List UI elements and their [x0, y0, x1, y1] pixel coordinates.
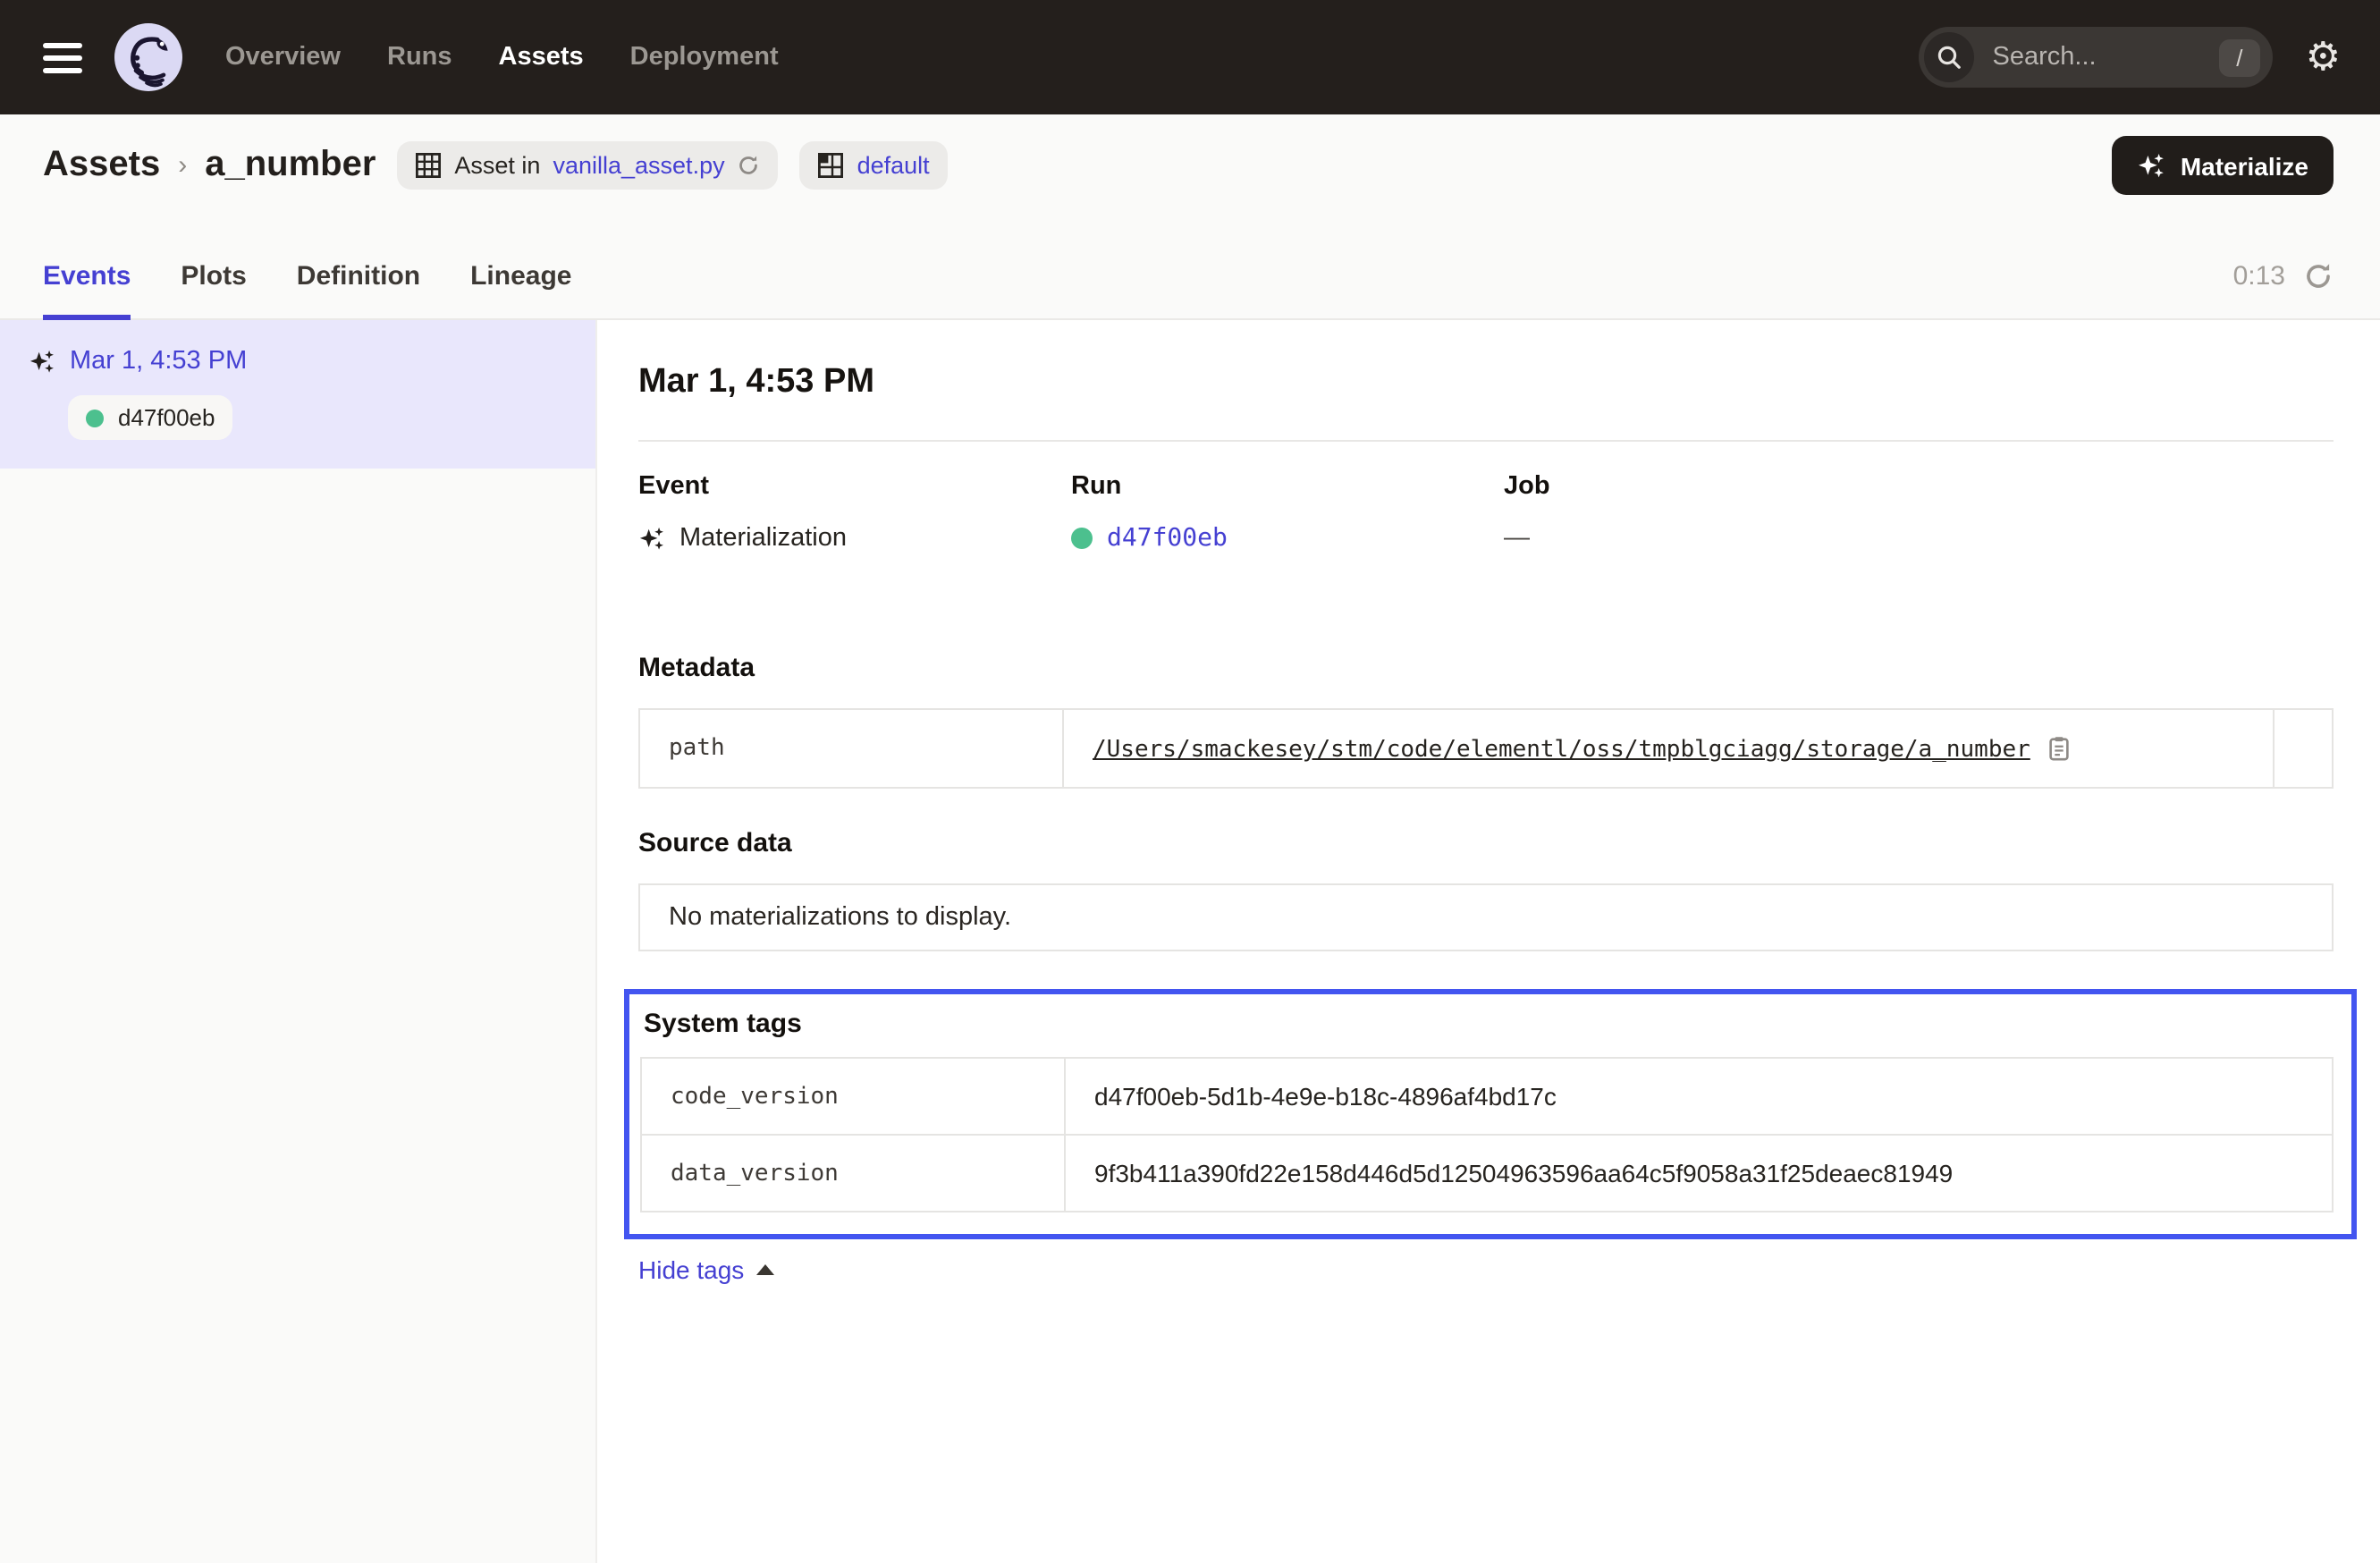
run-status-icon — [86, 409, 104, 427]
refresh-icon[interactable] — [2303, 261, 2334, 291]
source-data-empty-state: No materializations to display. — [638, 883, 2334, 951]
nav-item-runs[interactable]: Runs — [387, 43, 452, 72]
nav-item-overview[interactable]: Overview — [225, 43, 341, 72]
code-location-link[interactable]: default — [857, 152, 930, 179]
materialization-icon — [638, 525, 665, 552]
job-value: — — [1504, 524, 1530, 553]
asset-badge-prefix: Asset in — [454, 152, 540, 179]
table-icon — [415, 152, 442, 179]
system-tags-highlight-box: System tags code_version d47f00eb-5d1b-4… — [624, 989, 2357, 1239]
nav-item-assets[interactable]: Assets — [499, 43, 584, 72]
code-location-badge[interactable]: default — [800, 141, 948, 190]
metadata-table: path /Users/smackesey/stm/code/elementl/… — [638, 708, 2334, 789]
run-status-icon — [1071, 528, 1093, 549]
asset-header: Assets › a_number Asset in vanilla_asset… — [0, 114, 2380, 320]
tab-lineage[interactable]: Lineage — [470, 261, 571, 320]
event-label: Event — [638, 472, 1071, 501]
materialization-event-icon — [29, 348, 55, 375]
metadata-row-gutter — [2274, 709, 2333, 788]
tag-value: 9f3b411a390fd22e158d446d5d12504963596aa6… — [1065, 1135, 2333, 1212]
table-row: data_version 9f3b411a390fd22e158d446d5d1… — [641, 1135, 2333, 1212]
asset-file-link[interactable]: vanilla_asset.py — [553, 152, 724, 179]
asset-tabs: Events Plots Definition Lineage — [43, 216, 2334, 320]
event-list-item[interactable]: Mar 1, 4:53 PM d47f00eb — [0, 320, 595, 469]
metadata-key: path — [639, 709, 1063, 788]
hide-tags-label: Hide tags — [638, 1255, 744, 1284]
system-tags-heading: System tags — [644, 1009, 2334, 1039]
search-shortcut-badge: / — [2218, 38, 2260, 76]
gear-icon[interactable]: ⚙︎ — [2306, 38, 2341, 77]
sparkles-icon — [2138, 151, 2166, 180]
search-input[interactable] — [1989, 41, 2205, 73]
breadcrumb-asset-name: a_number — [205, 145, 376, 186]
event-timestamp-link[interactable]: Mar 1, 4:53 PM — [70, 347, 247, 376]
tag-value: d47f00eb-5d1b-4e9e-b18c-4896af4bd17c — [1065, 1058, 2333, 1135]
event-title: Mar 1, 4:53 PM — [638, 363, 2334, 402]
source-data-section: Source data No materializations to displ… — [638, 828, 2334, 951]
tab-plots[interactable]: Plots — [181, 261, 246, 320]
primary-nav: Overview Runs Assets Deployment — [225, 43, 779, 72]
run-id-badge[interactable]: d47f00eb — [68, 395, 232, 440]
events-sidebar: Mar 1, 4:53 PM d47f00eb — [0, 320, 597, 1563]
run-label: Run — [1071, 472, 1504, 501]
divider — [638, 440, 2334, 442]
table-row: code_version d47f00eb-5d1b-4e9e-b18c-489… — [641, 1058, 2333, 1135]
metadata-heading: Metadata — [638, 653, 2334, 683]
tag-key: data_version — [641, 1135, 1065, 1212]
run-id-badge-label: d47f00eb — [118, 404, 215, 431]
breadcrumb-assets-link[interactable]: Assets — [43, 145, 160, 186]
breadcrumb-separator: › — [178, 150, 187, 181]
breadcrumb: Assets › a_number Asset in vanilla_asset… — [43, 114, 2334, 216]
event-summary: Event Materialization Run d47f0 — [638, 472, 2334, 553]
metadata-path-link[interactable]: /Users/smackesey/stm/code/elementl/oss/t… — [1093, 737, 2030, 764]
system-tags-table: code_version d47f00eb-5d1b-4e9e-b18c-489… — [640, 1057, 2334, 1212]
repo-icon — [818, 152, 845, 179]
nav-item-deployment[interactable]: Deployment — [630, 43, 779, 72]
event-type-value: Materialization — [679, 524, 847, 553]
run-id-link[interactable]: d47f00eb — [1107, 524, 1228, 553]
table-row: path /Users/smackesey/stm/code/elementl/… — [639, 709, 2333, 788]
copy-icon[interactable] — [2047, 735, 2073, 762]
tab-definition[interactable]: Definition — [297, 261, 420, 320]
job-label: Job — [1504, 472, 2334, 501]
search-icon — [1925, 32, 1975, 82]
hide-tags-link[interactable]: Hide tags — [638, 1255, 774, 1284]
materialize-button-label: Materialize — [2181, 151, 2308, 180]
menu-icon[interactable] — [43, 42, 82, 72]
reload-definition-icon[interactable] — [738, 154, 761, 177]
dagster-logo-icon[interactable] — [114, 23, 182, 91]
source-data-heading: Source data — [638, 828, 2334, 858]
metadata-section: Metadata path /Users/smackesey/stm/code/… — [638, 653, 2334, 789]
caret-up-icon — [756, 1264, 774, 1275]
materialize-button[interactable]: Materialize — [2113, 136, 2334, 195]
tab-events[interactable]: Events — [43, 261, 131, 320]
tag-key: code_version — [641, 1058, 1065, 1135]
asset-definition-badge[interactable]: Asset in vanilla_asset.py — [397, 141, 778, 190]
refresh-timer: 0:13 — [2233, 261, 2285, 291]
event-detail-panel: Mar 1, 4:53 PM Event Materialization — [597, 320, 2380, 1563]
app-window: Overview Runs Assets Deployment / ⚙︎ Ass… — [0, 0, 2380, 1563]
search-box[interactable]: / — [1920, 27, 2274, 88]
top-nav: Overview Runs Assets Deployment / ⚙︎ — [0, 0, 2380, 114]
